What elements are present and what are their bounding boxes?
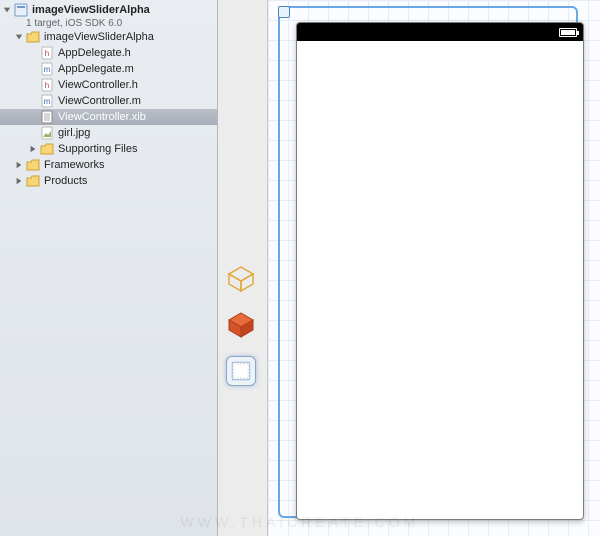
file-appdelegate-h[interactable]: h AppDelegate.h	[0, 45, 217, 61]
file-viewcontroller-m[interactable]: m ViewController.m	[0, 93, 217, 109]
disclosure-triangle-icon[interactable]	[2, 5, 12, 15]
status-bar	[297, 23, 583, 41]
group-label: Supporting Files	[58, 143, 138, 155]
file-label: ViewController.m	[58, 95, 141, 107]
project-subtitle: 1 target, iOS SDK 6.0	[0, 18, 217, 29]
project-name-label: imageViewSliderAlpha	[32, 4, 150, 16]
file-appdelegate-m[interactable]: m AppDelegate.m	[0, 61, 217, 77]
spacer	[28, 64, 38, 74]
file-girl-jpg[interactable]: girl.jpg	[0, 125, 217, 141]
group-products[interactable]: Products	[0, 173, 217, 189]
files-owner-icon[interactable]	[226, 264, 256, 294]
file-label: ViewController.xib	[58, 111, 146, 123]
file-viewcontroller-xib[interactable]: ViewController.xib	[0, 109, 217, 125]
folder-icon	[26, 30, 40, 44]
project-navigator[interactable]: imageViewSliderAlpha 1 target, iOS SDK 6…	[0, 0, 218, 536]
folder-icon	[40, 142, 54, 156]
spacer	[28, 48, 38, 58]
group-label: Products	[44, 175, 87, 187]
svg-text:h: h	[45, 81, 49, 90]
project-root-row[interactable]: imageViewSliderAlpha	[0, 0, 217, 18]
header-file-icon: h	[40, 46, 54, 60]
file-label: girl.jpg	[58, 127, 90, 139]
spacer	[28, 96, 38, 106]
device-view[interactable]	[296, 22, 584, 520]
group-main-label: imageViewSliderAlpha	[44, 31, 154, 43]
file-label: AppDelegate.m	[58, 63, 134, 75]
ib-canvas[interactable]	[268, 0, 600, 536]
ib-dock	[218, 0, 268, 536]
impl-file-icon: m	[40, 62, 54, 76]
group-main[interactable]: imageViewSliderAlpha	[0, 29, 217, 45]
group-frameworks[interactable]: Frameworks	[0, 157, 217, 173]
spacer	[28, 112, 38, 122]
svg-text:m: m	[44, 97, 51, 106]
selection-handle-icon[interactable]	[278, 6, 290, 18]
group-supporting-files[interactable]: Supporting Files	[0, 141, 217, 157]
impl-file-icon: m	[40, 94, 54, 108]
selection-outline[interactable]	[278, 6, 578, 518]
disclosure-triangle-icon[interactable]	[28, 144, 38, 154]
spacer	[28, 80, 38, 90]
disclosure-triangle-icon[interactable]	[14, 176, 24, 186]
folder-icon	[26, 174, 40, 188]
file-label: AppDelegate.h	[58, 47, 131, 59]
file-viewcontroller-h[interactable]: h ViewController.h	[0, 77, 217, 93]
first-responder-icon[interactable]	[226, 310, 256, 340]
folder-icon	[26, 158, 40, 172]
file-label: ViewController.h	[58, 79, 138, 91]
xib-file-icon	[40, 110, 54, 124]
xcodeproj-icon	[14, 3, 28, 17]
svg-text:m: m	[44, 65, 51, 74]
disclosure-triangle-icon[interactable]	[14, 32, 24, 42]
disclosure-triangle-icon[interactable]	[14, 160, 24, 170]
spacer	[28, 128, 38, 138]
group-label: Frameworks	[44, 159, 105, 171]
header-file-icon: h	[40, 78, 54, 92]
battery-icon	[559, 28, 577, 37]
image-file-icon	[40, 126, 54, 140]
view-object-icon[interactable]	[226, 356, 256, 386]
svg-text:h: h	[45, 49, 49, 58]
